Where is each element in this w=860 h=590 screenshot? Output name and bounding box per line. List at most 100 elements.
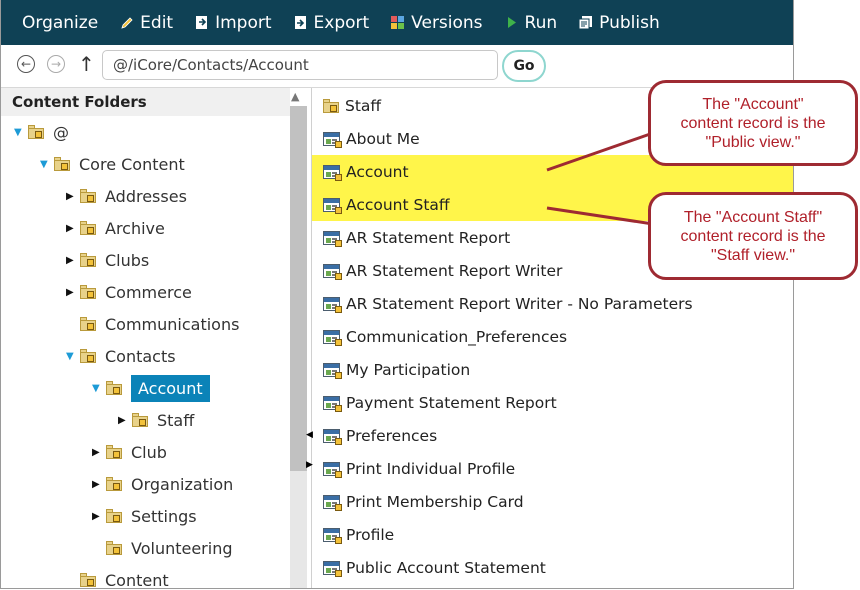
expanded-arrow-icon[interactable]: ▼	[14, 127, 26, 138]
folder-lock-icon	[28, 125, 44, 139]
list-item-label: Account Staff	[346, 195, 450, 214]
path-input[interactable]: @/iCore/Contacts/Account	[102, 50, 498, 80]
up-arrow-icon[interactable]: ↑	[78, 52, 95, 76]
collapsed-arrow-icon[interactable]: ▶	[66, 255, 78, 266]
list-item-label: Communication_Preferences	[346, 327, 568, 346]
forward-button[interactable]: →	[47, 55, 65, 73]
callout-account-staff: The "Account Staff" content record is th…	[648, 192, 858, 280]
collapsed-arrow-icon[interactable]: ▶	[92, 447, 104, 458]
list-item-label: Print Individual Profile	[346, 459, 516, 478]
folder-lock-icon	[106, 445, 122, 459]
tree-item-label: Commerce	[105, 282, 192, 302]
content-record-icon	[323, 428, 342, 445]
list-item[interactable]: Public Account Statement	[312, 551, 793, 584]
collapsed-arrow-icon[interactable]: ▶	[92, 511, 104, 522]
import-button[interactable]: Import	[195, 0, 272, 45]
tree-item[interactable]: ▶ Staff	[118, 405, 194, 435]
tree-item-label: Staff	[157, 410, 195, 430]
tree-item-label: Contacts	[105, 346, 176, 366]
publish-button[interactable]: Publish	[578, 0, 660, 45]
tree-item-label: Settings	[131, 506, 197, 526]
folder-lock-icon	[80, 189, 96, 203]
list-item-label: Profile	[346, 525, 395, 544]
go-button[interactable]: Go	[502, 50, 546, 82]
list-item[interactable]: Profile	[312, 518, 793, 551]
tree-item[interactable]: ▼ @	[14, 117, 69, 147]
edit-button[interactable]: Edit	[120, 0, 173, 45]
content-record-icon	[323, 197, 342, 214]
callout-account: The "Account" content record is the "Pub…	[648, 80, 858, 166]
publish-label: Publish	[599, 12, 660, 33]
folder-lock-icon	[106, 477, 122, 491]
organize-label: Organize	[22, 12, 99, 33]
folder-lock-icon	[323, 98, 339, 113]
list-item[interactable]: My Participation	[312, 353, 793, 386]
tree-item[interactable]: ▶ Settings	[92, 501, 197, 531]
versions-button[interactable]: Versions	[391, 0, 483, 45]
export-button[interactable]: Export	[294, 0, 370, 45]
list-item[interactable]: Payment Statement Report	[312, 386, 793, 419]
tree-item[interactable]: Communications	[66, 309, 239, 339]
tree-item[interactable]: ▼ Core Content	[40, 149, 185, 179]
tree-item[interactable]: ▼ Contacts	[66, 341, 176, 371]
content-record-icon	[323, 296, 342, 313]
import-label: Import	[215, 12, 272, 33]
list-item-label: Print Membership Card	[346, 492, 524, 511]
collapse-arrow-icon[interactable]: ◀	[306, 430, 314, 440]
collapsed-arrow-icon[interactable]: ▶	[92, 479, 104, 490]
tree-item[interactable]: ▶ Addresses	[66, 181, 187, 211]
list-item[interactable]: Print Membership Card	[312, 485, 793, 518]
content-record-icon	[323, 560, 342, 577]
expanded-arrow-icon[interactable]: ▼	[40, 159, 52, 170]
collapsed-arrow-icon[interactable]: ▶	[118, 415, 130, 426]
folder-lock-icon	[80, 573, 96, 587]
folder-lock-icon	[132, 413, 148, 427]
collapsed-arrow-icon[interactable]: ▶	[66, 223, 78, 234]
content-record-icon	[323, 131, 342, 148]
tree-item[interactable]: ▼ Account	[92, 373, 210, 403]
panel-header: Content Folders	[1, 88, 290, 116]
list-item[interactable]: Print Individual Profile	[312, 452, 793, 485]
list-item-label: Preferences	[346, 426, 438, 445]
content-folders-panel: Content Folders ▲ ▼ @ ▼ Core Content ▶ Addres…	[1, 88, 311, 589]
collapsed-arrow-icon[interactable]: ▶	[66, 287, 78, 298]
run-button[interactable]: Run	[505, 0, 558, 45]
export-icon	[294, 15, 308, 30]
scrollbar-thumb[interactable]	[290, 106, 307, 471]
back-button[interactable]: ←	[17, 55, 35, 73]
scroll-up-icon[interactable]: ▲	[291, 90, 299, 103]
content-record-icon	[323, 494, 342, 511]
tree-item[interactable]: ▶ Archive	[66, 213, 165, 243]
tree-item-label: Club	[131, 442, 167, 462]
content-record-icon	[323, 527, 342, 544]
tree-item[interactable]: ▶ Clubs	[66, 245, 149, 275]
tree-item[interactable]: Content	[66, 565, 169, 589]
list-item[interactable]: Preferences	[312, 419, 793, 452]
expanded-arrow-icon[interactable]: ▼	[66, 351, 78, 362]
list-item[interactable]: AR Statement Report Writer - No Paramete…	[312, 287, 793, 320]
tree-item-label: Account	[131, 374, 210, 402]
tree-item[interactable]: ▶ Commerce	[66, 277, 192, 307]
tree-item-label: Clubs	[105, 250, 150, 270]
publish-icon	[578, 15, 593, 30]
folder-lock-icon	[80, 349, 96, 363]
tree-item[interactable]: ▶ Club	[92, 437, 167, 467]
list-item-label: Staff	[345, 96, 382, 115]
tree-item-label: Addresses	[105, 186, 187, 206]
run-label: Run	[524, 12, 558, 33]
list-item-label: Public Account Statement	[346, 558, 546, 577]
organize-button[interactable]: Organize	[22, 0, 98, 45]
export-label: Export	[313, 12, 370, 33]
list-item-label: AR Statement Report	[346, 228, 511, 247]
expand-arrow-icon[interactable]: ▶	[306, 460, 314, 470]
collapsed-arrow-icon[interactable]: ▶	[66, 191, 78, 202]
tree-item[interactable]: Volunteering	[92, 533, 233, 563]
import-icon	[195, 15, 209, 30]
folder-lock-icon	[80, 317, 96, 331]
expanded-arrow-icon[interactable]: ▼	[92, 383, 104, 394]
toolbar: Organize Edit Import Export Versions Run…	[1, 0, 793, 45]
list-item[interactable]: Communication_Preferences	[312, 320, 793, 353]
tree-item[interactable]: ▶ Organization	[92, 469, 233, 499]
tree-item-label: Content	[105, 570, 169, 589]
folder-lock-icon	[80, 253, 96, 267]
